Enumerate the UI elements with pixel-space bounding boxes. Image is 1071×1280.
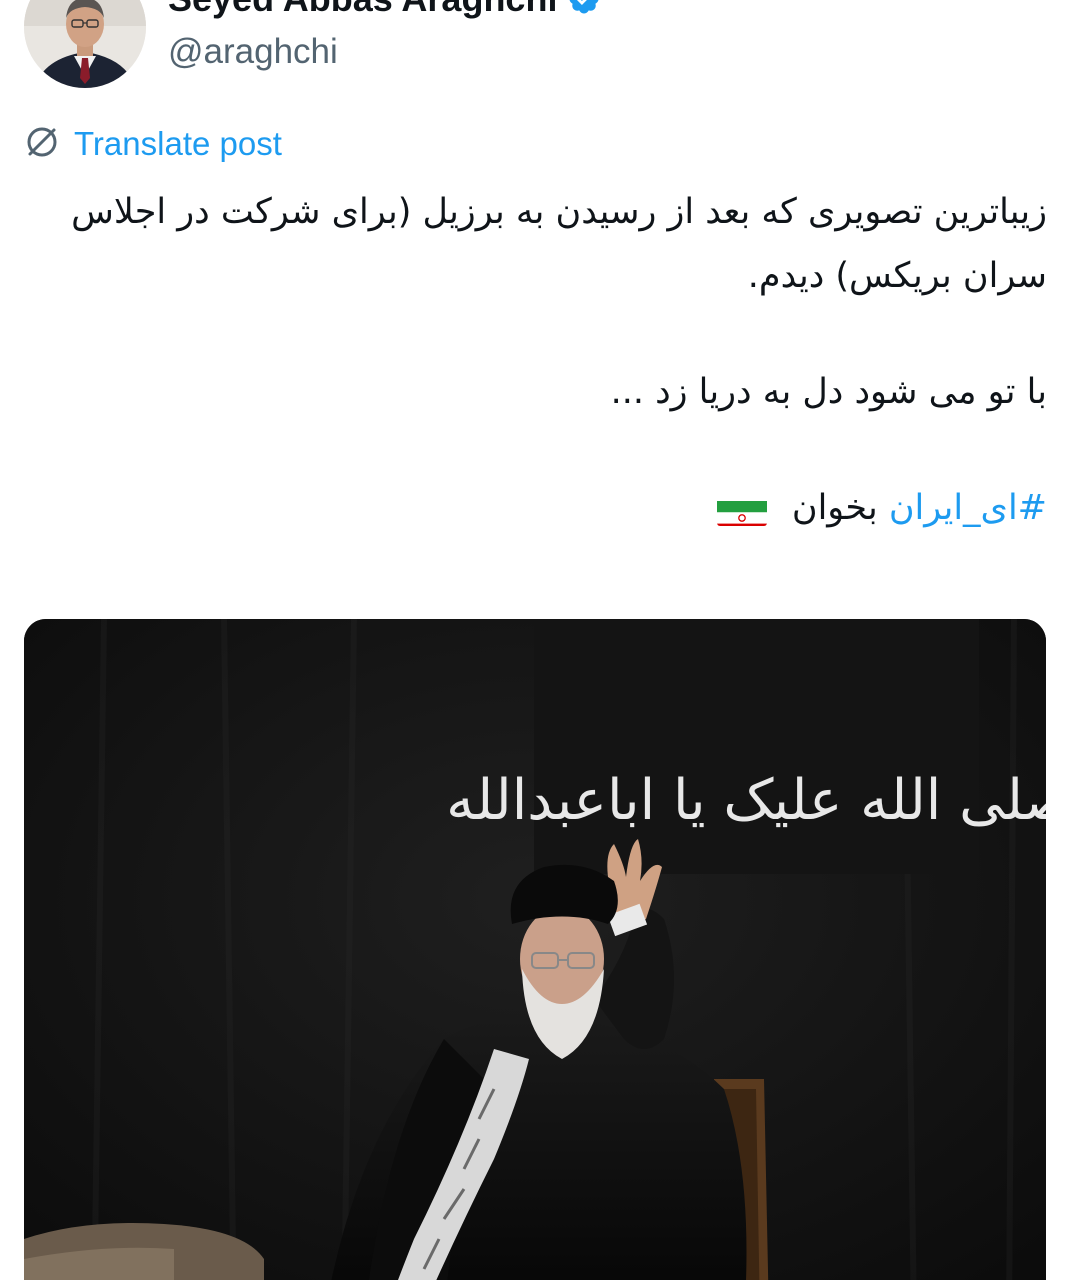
avatar[interactable] <box>24 0 146 88</box>
banner-text: صلی الله علیک یا اباعبدالله <box>446 768 1046 833</box>
user-handle[interactable]: @araghchi <box>168 32 338 72</box>
post-paragraph-2: با تو می شود دل به دریا زد ... <box>610 372 1047 412</box>
post-word-after-hashtag: بخوان <box>791 488 878 528</box>
post-paragraph-3: #ای_ایران بخوان <box>24 476 1047 540</box>
post-text: زیباترین تصویری که بعد از رسیدن به برزیل… <box>24 180 1047 540</box>
post-view: Seyed Abbas Araghchi @araghchi Translate… <box>0 0 1071 1280</box>
display-name[interactable]: Seyed Abbas Araghchi <box>168 0 601 20</box>
post-media-image[interactable]: صلی الله علیک یا اباعبدالله <box>24 619 1046 1280</box>
photo-illustration: صلی الله علیک یا اباعبدالله <box>24 619 1046 1280</box>
translate-post-button[interactable]: Translate post <box>24 124 282 164</box>
post-paragraph-1: زیباترین تصویری که بعد از رسیدن به برزیل… <box>71 192 1047 296</box>
display-name-text: Seyed Abbas Araghchi <box>168 0 557 20</box>
profile-photo-icon <box>24 0 146 88</box>
verified-badge-icon <box>567 0 601 16</box>
hashtag-link[interactable]: #ای_ایران <box>889 488 1047 528</box>
iran-flag-icon <box>716 492 767 526</box>
translate-label: Translate post <box>74 125 282 162</box>
translate-globe-icon <box>24 124 60 164</box>
